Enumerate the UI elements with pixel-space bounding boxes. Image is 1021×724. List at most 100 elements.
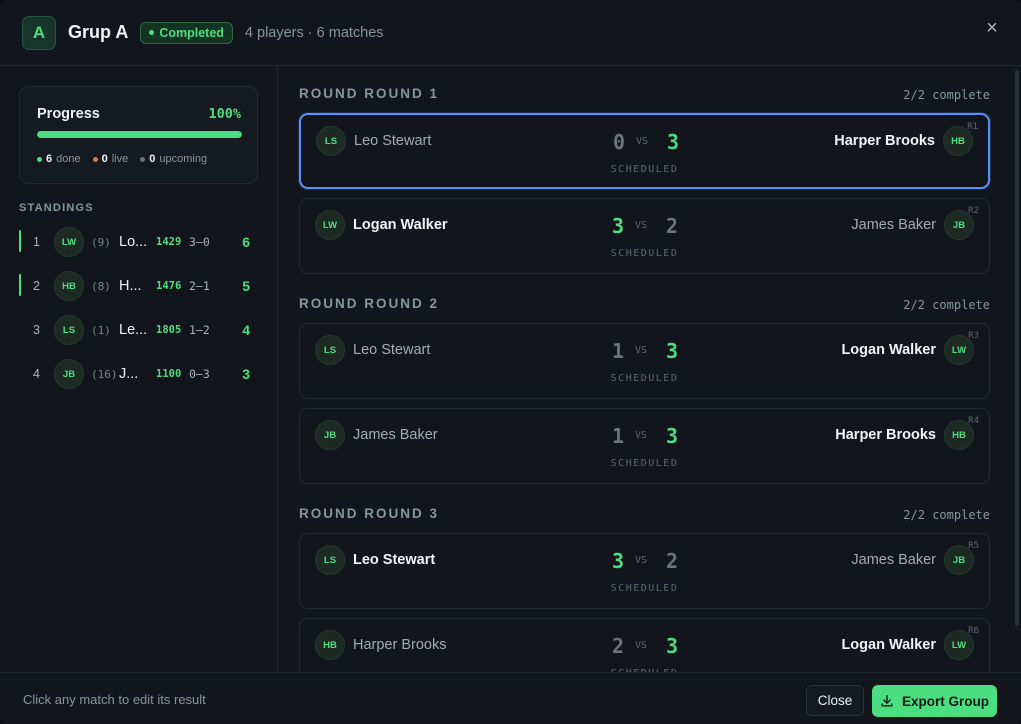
player-left-name: Logan Walker xyxy=(353,217,448,233)
qualify-indicator xyxy=(19,274,21,296)
round-status: 2/2 complete xyxy=(903,298,990,312)
standing-name: Le... xyxy=(119,322,148,338)
standing-record: 2–1 xyxy=(189,279,210,293)
progress-legend: 6 done 0 live 0 upcoming xyxy=(37,153,207,165)
score-right: 2 xyxy=(665,549,679,573)
standings-row[interactable]: 2 HB (8) H... 1476 2–1 5 xyxy=(19,269,258,303)
progress-bar xyxy=(37,131,242,138)
scrollbar[interactable] xyxy=(1015,70,1019,626)
avatar: LW xyxy=(944,335,974,365)
match-card[interactable]: R2 LW Logan Walker 3 VS 2 James Baker JB SCHEDUL… xyxy=(299,198,990,274)
standing-points: 3 xyxy=(242,366,250,382)
progress-title: Progress xyxy=(37,106,100,122)
score-left: 0 xyxy=(612,130,626,154)
footer-hint: Click any match to edit its result xyxy=(23,692,206,707)
live-dot-icon xyxy=(92,156,98,162)
vs-label: VS xyxy=(635,430,648,441)
export-group-button[interactable]: Export Group xyxy=(872,685,997,717)
standings-row[interactable]: 4 JB (16) J... 1100 0–3 3 xyxy=(19,357,258,391)
standing-rank: 2 xyxy=(33,279,40,293)
modal-footer: Click any match to edit its result Close… xyxy=(0,672,1021,724)
legend-done: 6 done xyxy=(37,153,81,165)
close-icon[interactable]: × xyxy=(983,18,1001,38)
vs-label: VS xyxy=(635,640,648,651)
round-header: ROUND ROUND 3 2/2 complete xyxy=(299,506,990,526)
standing-rating: 1805 xyxy=(156,324,182,336)
avatar: HB xyxy=(943,126,973,156)
standing-seed: (9) xyxy=(91,235,111,249)
standings-row[interactable]: 1 LW (9) Lo... 1429 3–0 6 xyxy=(19,225,258,259)
progress-percent: 100% xyxy=(208,106,241,122)
group-meta: 4 players · 6 matches xyxy=(244,24,384,41)
player-left-name: Harper Brooks xyxy=(353,637,447,653)
score-right: 2 xyxy=(665,214,679,238)
match-card[interactable]: R6HBHarper Brooks2VS3Logan WalkerLWSCHED… xyxy=(299,618,990,672)
vs-label: VS xyxy=(636,136,649,147)
match-card[interactable]: R5 LS Leo Stewart 3 VS 2 James Baker JB SCHEDULE… xyxy=(299,533,990,609)
score-left: 1 xyxy=(611,424,625,448)
round-status: 2/2 complete xyxy=(903,508,990,522)
standing-name: J... xyxy=(119,366,139,382)
player-left-name: Leo Stewart xyxy=(353,342,431,358)
standing-points: 5 xyxy=(242,278,250,294)
standing-seed: (8) xyxy=(91,279,111,293)
left-panel: Progress 100% 6 done 0 live 0 upcoming S… xyxy=(0,66,278,672)
avatar: LS xyxy=(316,126,346,156)
standing-record: 3–0 xyxy=(189,235,210,249)
round-title: ROUND ROUND 2 xyxy=(299,296,440,311)
avatar: JB xyxy=(944,545,974,575)
player-right-name: Harper Brooks xyxy=(835,427,936,443)
standing-points: 4 xyxy=(242,322,250,338)
upcoming-dot-icon xyxy=(140,156,146,162)
round-title: ROUND ROUND 1 xyxy=(299,86,440,101)
round-title: ROUND ROUND 3 xyxy=(299,506,440,521)
avatar: HB xyxy=(54,271,84,301)
vs-label: VS xyxy=(635,345,648,356)
match-state: SCHEDULED xyxy=(610,458,679,469)
avatar: HB xyxy=(315,630,345,660)
vs-label: VS xyxy=(635,220,648,231)
standing-rank: 4 xyxy=(33,367,40,381)
match-state: SCHEDULED xyxy=(610,583,679,594)
match-card[interactable]: R4 JB James Baker 1 VS 3 Harper Brooks HB SCHEDU… xyxy=(299,408,990,484)
upcoming-count: 0 xyxy=(149,153,156,165)
progress-bar-fill xyxy=(37,131,242,138)
group-title: Grup A xyxy=(68,22,129,42)
done-label: done xyxy=(56,153,81,165)
round-status: 2/2 complete xyxy=(903,88,990,102)
player-right-name: Harper Brooks xyxy=(834,133,935,149)
score-left: 3 xyxy=(611,549,625,573)
match-card[interactable]: R3 LS Leo Stewart 1 VS 3 Logan Walker LW SCHEDUL… xyxy=(299,323,990,399)
avatar: LS xyxy=(315,545,345,575)
live-count: 0 xyxy=(101,153,108,165)
avatar: LS xyxy=(315,335,345,365)
progress-card: Progress 100% 6 done 0 live 0 upcoming xyxy=(19,86,258,184)
player-left-name: Leo Stewart xyxy=(354,133,432,149)
player-right-name: James Baker xyxy=(851,552,936,568)
matches-panel[interactable]: ROUND ROUND 1 2/2 complete R1 LS Leo Stewart… xyxy=(279,66,1021,672)
match-card[interactable]: R1 LS Leo Stewart 0 VS 3 Harper Brooks HB SCHEDU… xyxy=(299,113,990,189)
standing-rating: 1100 xyxy=(156,368,182,380)
avatar: JB xyxy=(944,210,974,240)
standing-rating: 1429 xyxy=(156,236,182,248)
score-right: 3 xyxy=(665,339,679,363)
score-right: 3 xyxy=(665,424,679,448)
standing-points: 6 xyxy=(242,234,250,250)
standing-seed: (1) xyxy=(91,323,111,337)
standings-row[interactable]: 3 LS (1) Le... 1805 1–2 4 xyxy=(19,313,258,347)
match-state: SCHEDULED xyxy=(610,164,679,175)
standing-rating: 1476 xyxy=(156,280,182,292)
close-button[interactable]: Close xyxy=(806,685,864,716)
player-right-name: Logan Walker xyxy=(841,637,936,653)
standings-title: STANDINGS xyxy=(19,202,94,214)
status-badge: Completed xyxy=(140,21,233,44)
match-state: SCHEDULED xyxy=(610,248,679,259)
player-left-name: Leo Stewart xyxy=(353,552,436,568)
live-label: live xyxy=(111,153,129,165)
score-left: 1 xyxy=(611,339,625,363)
standing-rank: 1 xyxy=(33,235,40,249)
score-left: 2 xyxy=(611,634,625,658)
avatar: LW xyxy=(315,210,345,240)
done-dot-icon xyxy=(37,156,42,162)
qualify-indicator xyxy=(19,230,21,252)
